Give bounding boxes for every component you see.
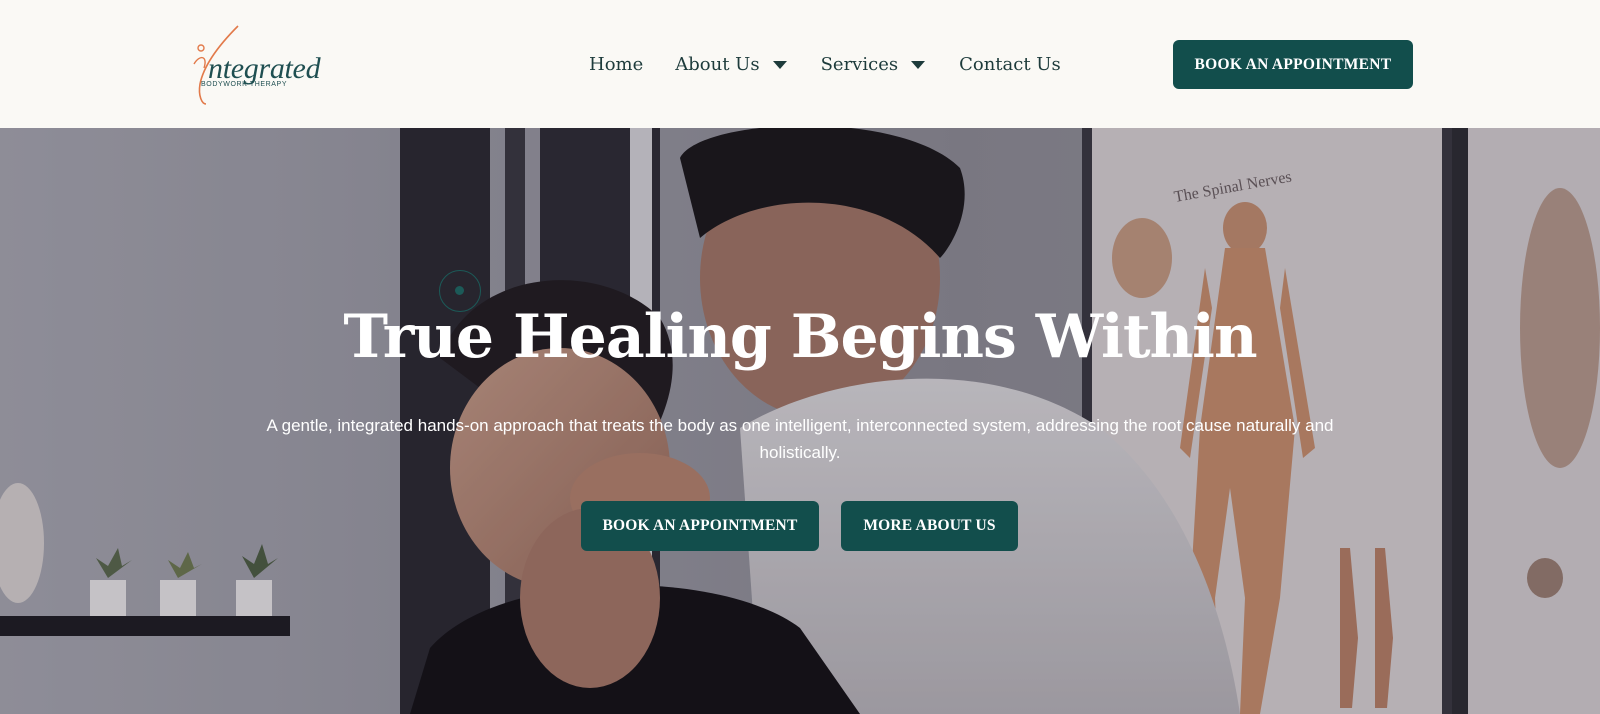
nav-item-about-us[interactable]: About Us [675,53,787,75]
hero-subtitle: A gentle, integrated hands-on approach t… [266,416,1334,462]
main-nav: Home About Us Services Contact Us [589,48,1093,80]
brand-logo[interactable]: ntegrated BODYWORK THERAPY [190,24,330,108]
logo-tagline: BODYWORK THERAPY [201,81,288,88]
nav-item-contact-us[interactable]: Contact Us [959,54,1061,75]
nav-item-label: Home [589,53,644,75]
hero-title: True Healing Begins Within [343,302,1257,372]
nav-item-home[interactable]: Home [589,54,643,75]
nav-item-services[interactable]: Services [820,53,926,75]
hero-book-appointment-button[interactable]: BOOK AN APPOINTMENT [581,501,819,551]
hero-section: The Spinal Nerves True Healing Begins Wi… [0,128,1600,714]
header-book-appointment-button[interactable]: BOOK AN APPOINTMENT [1173,40,1413,89]
nav-item-label: Services [820,53,899,75]
nav-item-label: Contact Us [959,53,1061,75]
caret-down-icon [772,61,787,69]
caret-down-icon [911,61,926,69]
site-header: ntegrated BODYWORK THERAPY Home About Us… [0,0,1600,128]
hero-more-about-us-button[interactable]: MORE ABOUT US [841,501,1018,551]
nav-item-label: About Us [675,53,760,75]
ring-dot [455,286,464,295]
